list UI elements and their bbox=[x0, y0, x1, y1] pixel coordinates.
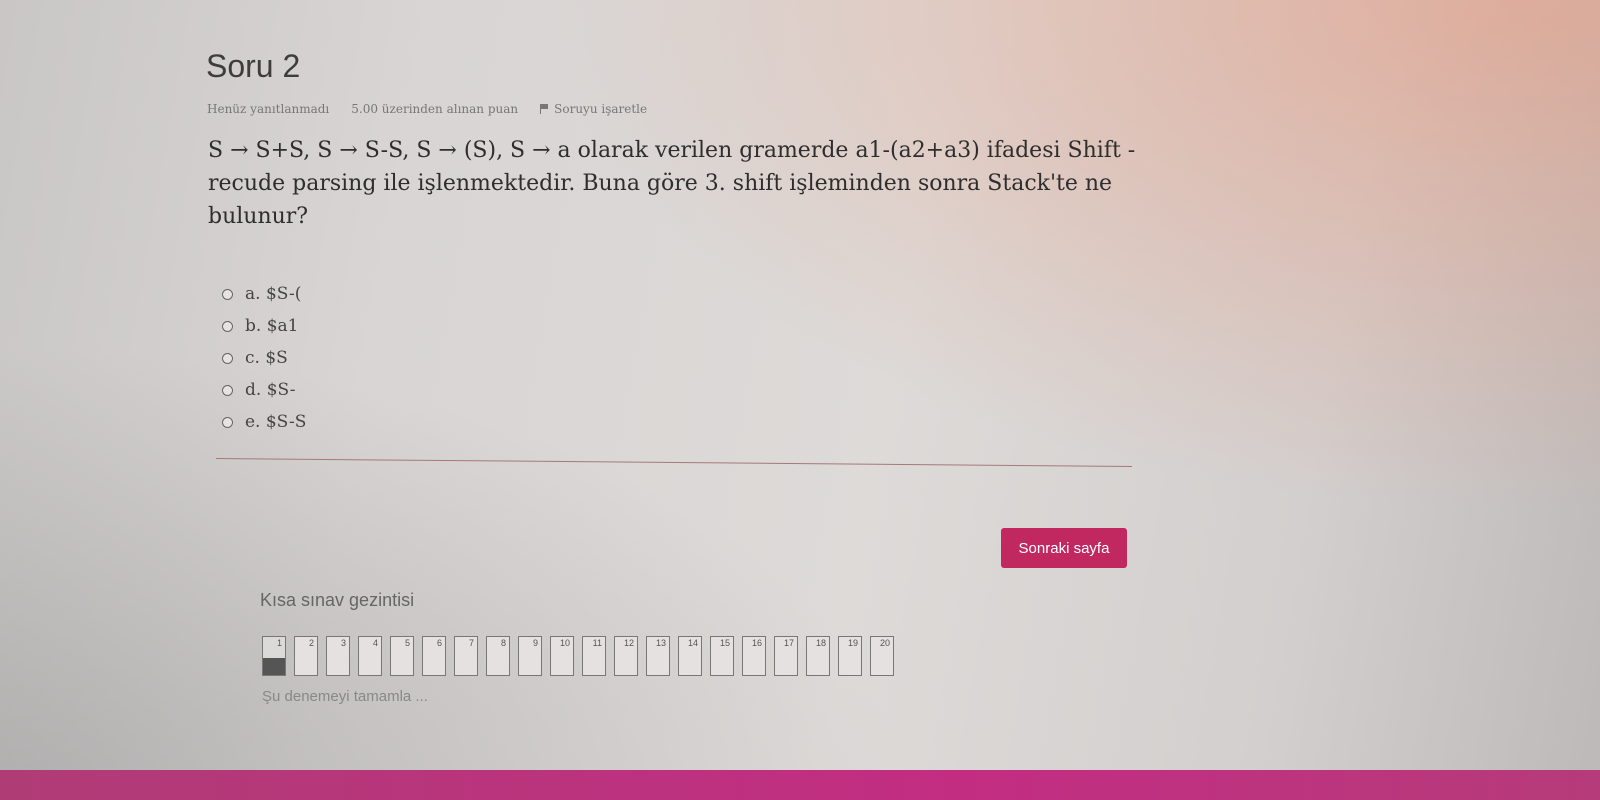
question-nav-button-6[interactable]: 6 bbox=[422, 636, 446, 676]
answer-label: a. $S-( bbox=[245, 284, 302, 304]
question-nav-button-1[interactable]: 1 bbox=[262, 636, 286, 676]
nav-number: 14 bbox=[687, 638, 698, 648]
question-points: 5.00 üzerinden alınan puan bbox=[351, 102, 519, 116]
next-page-button[interactable]: Sonraki sayfa bbox=[1001, 528, 1127, 568]
nav-number: 15 bbox=[719, 638, 730, 648]
nav-number: 16 bbox=[751, 638, 762, 648]
quiz-page: Soru 2 Henüz yanıtlanmadı 5.00 üzerinden… bbox=[0, 0, 1600, 800]
question-nav-button-7[interactable]: 7 bbox=[454, 636, 478, 676]
flag-question-label: Soruyu işaretle bbox=[554, 102, 648, 116]
flag-icon bbox=[540, 104, 549, 114]
nav-number: 6 bbox=[436, 638, 442, 648]
quiz-navigation: 1 2 3 4 5 6 7 8 9 10 11 12 13 14 15 16 1… bbox=[262, 636, 894, 676]
answer-label: b. $a1 bbox=[245, 316, 299, 336]
question-nav-button-19[interactable]: 19 bbox=[838, 636, 862, 676]
footer-bar bbox=[0, 770, 1600, 800]
nav-number: 11 bbox=[592, 638, 602, 648]
question-nav-button-14[interactable]: 14 bbox=[678, 636, 702, 676]
question-nav-button-11[interactable]: 11 bbox=[582, 636, 606, 676]
question-title: Soru 2 bbox=[206, 48, 301, 84]
question-status: Henüz yanıtlanmadı bbox=[207, 102, 330, 116]
nav-number: 7 bbox=[468, 638, 474, 648]
question-nav-button-3[interactable]: 3 bbox=[326, 636, 350, 676]
radio-button[interactable] bbox=[222, 288, 233, 300]
question-nav-button-9[interactable]: 9 bbox=[518, 636, 542, 676]
radio-button[interactable] bbox=[222, 384, 233, 396]
answer-option-e[interactable]: e. $S-S bbox=[222, 406, 306, 438]
answer-label: d. $S- bbox=[245, 380, 296, 400]
question-text-line: bulunur? bbox=[208, 204, 309, 229]
question-nav-button-5[interactable]: 5 bbox=[390, 636, 414, 676]
nav-number: 18 bbox=[815, 638, 826, 648]
question-nav-button-18[interactable]: 18 bbox=[806, 636, 830, 676]
nav-number: 2 bbox=[308, 638, 314, 648]
question-nav-button-16[interactable]: 16 bbox=[742, 636, 766, 676]
question-nav-button-13[interactable]: 13 bbox=[646, 636, 670, 676]
nav-number: 8 bbox=[500, 638, 506, 648]
question-text-line: S → S+S, S → S-S, S → (S), S → a olarak … bbox=[208, 138, 1136, 163]
nav-number: 20 bbox=[879, 638, 890, 648]
question-info: Henüz yanıtlanmadı 5.00 üzerinden alınan… bbox=[207, 102, 647, 116]
question-nav-button-15[interactable]: 15 bbox=[710, 636, 734, 676]
divider bbox=[216, 458, 1132, 467]
nav-number: 17 bbox=[783, 638, 794, 648]
nav-number: 9 bbox=[532, 638, 538, 648]
answer-option-b[interactable]: b. $a1 bbox=[222, 310, 306, 342]
nav-number: 3 bbox=[340, 638, 346, 648]
nav-number: 1 bbox=[276, 638, 282, 648]
nav-number: 12 bbox=[623, 638, 634, 648]
quiz-navigation-title: Kısa sınav gezintisi bbox=[260, 590, 415, 610]
answer-option-c[interactable]: c. $S bbox=[222, 342, 306, 374]
question-nav-button-10[interactable]: 10 bbox=[550, 636, 574, 676]
nav-number: 5 bbox=[404, 638, 410, 648]
answer-label: c. $S bbox=[245, 348, 288, 368]
question-text-line: recude parsing ile işlenmektedir. Buna g… bbox=[208, 171, 1113, 196]
radio-button[interactable] bbox=[222, 352, 233, 364]
question-nav-button-17[interactable]: 17 bbox=[774, 636, 798, 676]
question-nav-button-20[interactable]: 20 bbox=[870, 636, 894, 676]
radio-button[interactable] bbox=[222, 320, 233, 332]
flag-question-link[interactable]: Soruyu işaretle bbox=[540, 102, 647, 116]
question-text: S → S+S, S → S-S, S → (S), S → a olarak … bbox=[208, 134, 1148, 233]
radio-button[interactable] bbox=[222, 416, 233, 428]
finish-attempt-link[interactable]: Şu denemeyi tamamla ... bbox=[262, 688, 428, 705]
answer-label: e. $S-S bbox=[245, 412, 307, 432]
nav-number: 13 bbox=[655, 638, 666, 648]
nav-number: 10 bbox=[559, 638, 570, 648]
question-nav-button-4[interactable]: 4 bbox=[358, 636, 382, 676]
nav-number: 4 bbox=[372, 638, 378, 648]
nav-number: 19 bbox=[847, 638, 858, 648]
answer-options: a. $S-( b. $a1 c. $S d. $S- e. $S-S bbox=[222, 278, 306, 438]
question-nav-button-2[interactable]: 2 bbox=[294, 636, 318, 676]
question-nav-button-8[interactable]: 8 bbox=[486, 636, 510, 676]
answer-option-d[interactable]: d. $S- bbox=[222, 374, 306, 406]
question-nav-button-12[interactable]: 12 bbox=[614, 636, 638, 676]
answer-option-a[interactable]: a. $S-( bbox=[222, 278, 306, 310]
